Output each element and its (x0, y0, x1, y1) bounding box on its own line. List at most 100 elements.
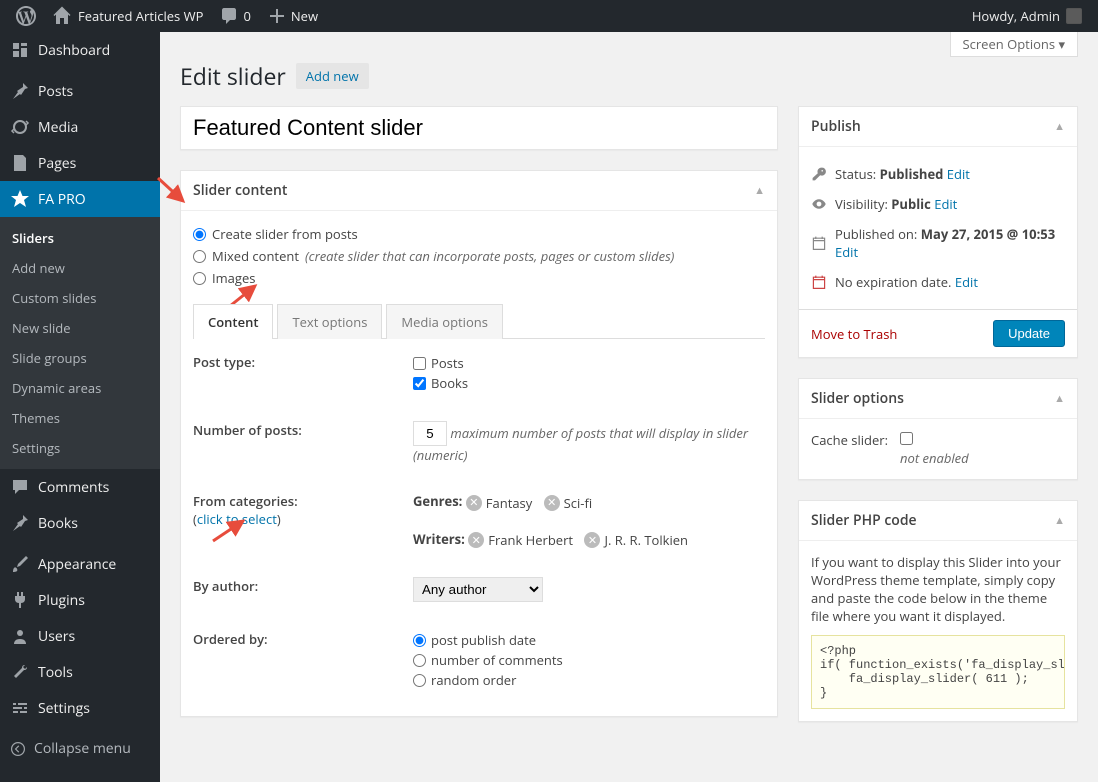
radio-order-date[interactable] (413, 634, 426, 647)
tab-text-options[interactable]: Text options (277, 304, 382, 339)
tag-genre: ✕Fantasy (466, 494, 532, 512)
site-name: Featured Articles WP (78, 7, 203, 25)
user-icon (10, 626, 30, 646)
comments-count: 0 (243, 7, 250, 25)
dashboard-icon (10, 40, 30, 60)
click-to-select-link[interactable]: click to select (197, 510, 277, 528)
page-title: Edit slider Add new (180, 60, 1078, 92)
radio-order-comments[interactable] (413, 654, 426, 667)
submenu-custom-slides[interactable]: Custom slides (0, 283, 160, 313)
slider-content-header[interactable]: Slider content ▲ (181, 171, 777, 211)
checkbox-posts[interactable] (413, 357, 426, 370)
calendar-icon (811, 274, 827, 290)
submenu-themes[interactable]: Themes (0, 403, 160, 433)
remove-tag-icon[interactable]: ✕ (468, 532, 484, 548)
screen-options-button[interactable]: Screen Options (950, 32, 1079, 57)
wp-logo[interactable] (8, 0, 44, 32)
submenu-new-slide[interactable]: New slide (0, 313, 160, 343)
checkbox-books[interactable] (413, 377, 426, 390)
php-code-block[interactable]: <?php if( function_exists('fa_display_sl… (811, 635, 1065, 709)
submenu-dynamic-areas[interactable]: Dynamic areas (0, 373, 160, 403)
media-icon (10, 117, 30, 137)
comments-link[interactable]: 0 (211, 0, 258, 32)
edit-visibility-link[interactable]: Edit (934, 195, 957, 213)
submenu-fapro: Sliders Add new Custom slides New slide … (0, 217, 160, 469)
post-type-label: Post type: (193, 353, 413, 393)
pin-icon (10, 81, 30, 101)
num-posts-input[interactable] (413, 421, 447, 446)
pin-icon (10, 513, 30, 533)
edit-date-link[interactable]: Edit (835, 243, 858, 261)
howdy-text: Howdy, Admin (972, 7, 1060, 25)
edit-status-link[interactable]: Edit (947, 165, 970, 183)
publish-box: Publish▲ Status: Published Edit Visibili… (798, 106, 1078, 358)
author-select[interactable]: Any author (413, 577, 543, 602)
slider-options-header[interactable]: Slider options▲ (799, 379, 1077, 419)
submenu-add-new[interactable]: Add new (0, 253, 160, 283)
radio-from-posts[interactable] (193, 228, 206, 241)
home-icon (52, 6, 72, 26)
radio-images[interactable] (193, 272, 206, 285)
collapse-icon: ▲ (1054, 391, 1065, 406)
remove-tag-icon[interactable]: ✕ (466, 495, 482, 511)
add-new-button[interactable]: Add new (296, 63, 369, 89)
comment-icon (219, 6, 239, 26)
ordered-by-label: Ordered by: (193, 630, 413, 690)
star-icon (10, 189, 30, 209)
tag-genre: ✕Sci-fi (544, 494, 592, 512)
menu-settings[interactable]: Settings (0, 690, 160, 726)
calendar-icon (811, 235, 827, 251)
collapse-icon: ▲ (1054, 119, 1065, 134)
cache-checkbox[interactable] (900, 432, 913, 445)
publish-header[interactable]: Publish▲ (799, 107, 1077, 147)
menu-books[interactable]: Books (0, 505, 160, 541)
num-posts-label: Number of posts: (193, 421, 413, 464)
move-to-trash-link[interactable]: Move to Trash (811, 325, 897, 343)
key-icon (811, 166, 827, 182)
radio-mixed[interactable] (193, 250, 206, 263)
title-box (180, 106, 778, 150)
cache-label: Cache slider: (811, 431, 888, 449)
comment-icon (10, 477, 30, 497)
update-button[interactable]: Update (993, 320, 1065, 347)
radio-order-random[interactable] (413, 674, 426, 687)
admin-menu: Dashboard Posts Media Pages FA PRO Slide… (0, 32, 160, 782)
page-icon (10, 153, 30, 173)
collapse-menu[interactable]: Collapse menu (0, 731, 160, 766)
slider-options-box: Slider options▲ Cache slider: not enable… (798, 378, 1078, 480)
php-code-header[interactable]: Slider PHP code▲ (799, 501, 1077, 541)
tab-content[interactable]: Content (193, 304, 273, 339)
remove-tag-icon[interactable]: ✕ (544, 495, 560, 511)
sliders-icon (10, 698, 30, 718)
menu-fapro[interactable]: FA PRO (0, 181, 160, 217)
menu-media[interactable]: Media (0, 109, 160, 145)
edit-expiration-link[interactable]: Edit (955, 273, 978, 291)
plus-icon (267, 6, 287, 26)
new-link[interactable]: New (259, 0, 326, 32)
new-label: New (291, 7, 318, 25)
brush-icon (10, 554, 30, 574)
menu-tools[interactable]: Tools (0, 654, 160, 690)
tag-writer: ✕Frank Herbert (468, 531, 573, 549)
howdy-link[interactable]: Howdy, Admin (964, 0, 1090, 32)
submenu-settings[interactable]: Settings (0, 433, 160, 463)
slider-title-input[interactable] (181, 107, 777, 149)
menu-appearance[interactable]: Appearance (0, 546, 160, 582)
collapse-icon: ▲ (754, 183, 765, 198)
tab-media-options[interactable]: Media options (386, 304, 503, 339)
menu-comments[interactable]: Comments (0, 469, 160, 505)
menu-users[interactable]: Users (0, 618, 160, 654)
menu-plugins[interactable]: Plugins (0, 582, 160, 618)
remove-tag-icon[interactable]: ✕ (584, 532, 600, 548)
submenu-slide-groups[interactable]: Slide groups (0, 343, 160, 373)
menu-pages[interactable]: Pages (0, 145, 160, 181)
site-link[interactable]: Featured Articles WP (44, 0, 211, 32)
eye-icon (811, 196, 827, 212)
submenu-sliders[interactable]: Sliders (0, 223, 160, 253)
menu-posts[interactable]: Posts (0, 73, 160, 109)
menu-dashboard[interactable]: Dashboard (0, 32, 160, 68)
content-area: Screen Options Edit slider Add new Slide… (160, 32, 1098, 782)
from-categories-label: From categories: (click to select) (193, 492, 413, 549)
slider-content-box: Slider content ▲ Create slider from post… (180, 170, 778, 717)
admin-bar: Featured Articles WP 0 New Howdy, Admin (0, 0, 1098, 32)
